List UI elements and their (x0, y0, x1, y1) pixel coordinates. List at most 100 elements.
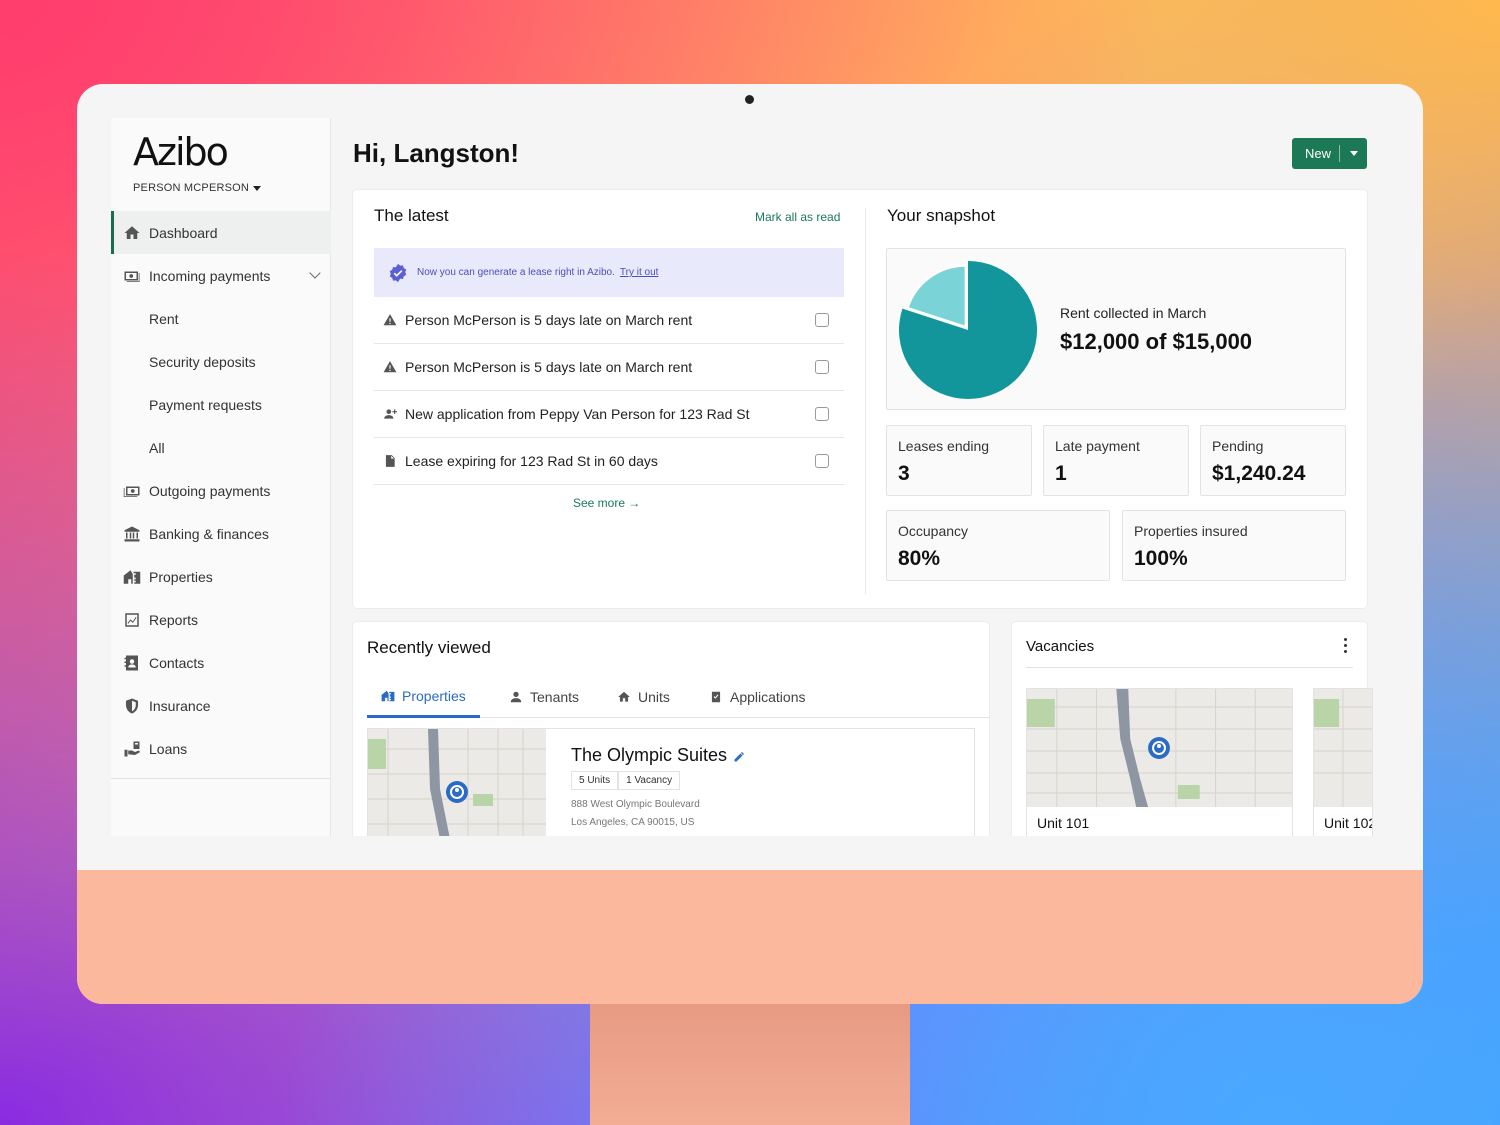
monitor-stand (590, 1000, 910, 1125)
cash-icon (121, 267, 143, 285)
mark-all-read-link[interactable]: Mark all as read (755, 210, 840, 224)
unit-map (1314, 689, 1372, 807)
vacancy-chip: 1 Vacancy (618, 771, 681, 790)
chevron-down-icon[interactable] (309, 267, 321, 279)
stat-properties-insured[interactable]: Properties insured 100% (1122, 510, 1346, 581)
property-name[interactable]: The Olympic Suites (571, 745, 727, 766)
notification-text: New application from Peppy Van Person fo… (405, 406, 750, 422)
sidebar-nav: Dashboard Incoming payments Rent Securit… (111, 211, 331, 770)
mark-read-checkbox[interactable] (815, 454, 829, 468)
sidebar-item-label: Reports (149, 611, 199, 628)
sidebar-item-label: Rent (149, 310, 179, 327)
list-item[interactable]: New application from Peppy Van Person fo… (374, 391, 844, 438)
rent-collected-card: Rent collected in March $12,000 of $15,0… (886, 248, 1346, 410)
vacancies-card: Vacancies Unit 101 Unit 102 (1012, 622, 1373, 836)
user-menu[interactable]: PERSON MCPERSON (133, 182, 262, 194)
tab-label: Applications (730, 689, 806, 705)
sidebar-item-rent[interactable]: Rent (111, 297, 331, 340)
units-chip: 5 Units (571, 771, 619, 790)
loan-icon (121, 740, 143, 758)
new-button[interactable]: New (1292, 138, 1367, 169)
list-item[interactable]: Lease expiring for 123 Rad St in 60 days (374, 438, 844, 485)
vacancy-unit-card[interactable]: Unit 102 (1313, 688, 1373, 836)
cash-out-icon (121, 482, 143, 500)
notification-list: Person McPerson is 5 days late on March … (374, 297, 844, 485)
tab-units[interactable]: Units (617, 676, 670, 718)
see-more-link[interactable]: See more → (573, 496, 640, 510)
stat-value: 100% (1134, 547, 1188, 570)
recently-viewed-card: Recently viewed Properties Tenants Units (353, 622, 989, 836)
sidebar-item-label: All (149, 439, 165, 456)
sidebar-item-outgoing-payments[interactable]: Outgoing payments (111, 469, 331, 512)
monitor: Azibo PERSON MCPERSON Dashboard Incoming… (77, 84, 1423, 1004)
sidebar-item-all[interactable]: All (111, 426, 331, 469)
tab-label: Properties (402, 687, 466, 704)
pie-slice-collected (899, 261, 1037, 399)
mark-read-checkbox[interactable] (815, 360, 829, 374)
sidebar-item-dashboard[interactable]: Dashboard (111, 211, 331, 254)
stat-leases-ending[interactable]: Leases ending 3 (886, 425, 1032, 496)
feature-banner: Now you can generate a lease right in Az… (374, 248, 844, 297)
tab-applications[interactable]: Applications (709, 676, 806, 718)
sidebar: Azibo PERSON MCPERSON Dashboard Incoming… (111, 118, 331, 836)
sidebar-item-security-deposits[interactable]: Security deposits (111, 340, 331, 383)
rent-collected-label: Rent collected in March (1060, 305, 1207, 321)
property-address-line1: 888 West Olympic Boulevard (571, 799, 700, 810)
sidebar-item-properties[interactable]: Properties (111, 555, 331, 598)
sidebar-item-label: Contacts (149, 654, 205, 671)
app-logo[interactable]: Azibo (133, 130, 229, 174)
notification-text: Person McPerson is 5 days late on March … (405, 359, 693, 375)
bank-icon (121, 525, 143, 543)
banner-text: Now you can generate a lease right in Az… (417, 267, 615, 278)
stat-label: Properties insured (1134, 523, 1248, 539)
vacancies-divider (1026, 667, 1353, 668)
home-icon (121, 224, 143, 242)
new-dropdown-toggle[interactable] (1340, 151, 1367, 156)
tab-properties[interactable]: Properties (367, 676, 480, 718)
vacancy-unit-card[interactable]: Unit 101 (1026, 688, 1293, 836)
unit-name: Unit 101 (1037, 815, 1090, 831)
sidebar-item-contacts[interactable]: Contacts (111, 641, 331, 684)
camera-dot (745, 95, 754, 104)
see-more-label: See more (573, 496, 626, 510)
try-it-out-link[interactable]: Try it out (620, 267, 659, 278)
stat-label: Pending (1212, 438, 1264, 454)
list-item[interactable]: Person McPerson is 5 days late on March … (374, 297, 844, 344)
list-item[interactable]: Person McPerson is 5 days late on March … (374, 344, 844, 391)
sidebar-item-label: Banking & finances (149, 525, 269, 542)
person-icon (510, 691, 522, 703)
stat-label: Leases ending (898, 438, 990, 454)
vertical-divider (865, 208, 866, 594)
stat-label: Occupancy (898, 523, 969, 539)
stat-value: $1,240.24 (1212, 462, 1306, 485)
stat-label: Late payment (1055, 438, 1140, 454)
app-screen: Azibo PERSON MCPERSON Dashboard Incoming… (111, 118, 1373, 836)
document-icon (382, 453, 398, 469)
sidebar-item-banking-finances[interactable]: Banking & finances (111, 512, 331, 555)
sidebar-item-loans[interactable]: Loans (111, 727, 331, 770)
stat-late-payment[interactable]: Late payment 1 (1043, 425, 1189, 496)
sidebar-item-incoming-payments[interactable]: Incoming payments (111, 254, 331, 297)
mark-read-checkbox[interactable] (815, 313, 829, 327)
sidebar-item-insurance[interactable]: Insurance (111, 684, 331, 727)
sidebar-item-label: Outgoing payments (149, 482, 271, 499)
caret-down-icon (1349, 151, 1358, 156)
stat-occupancy[interactable]: Occupancy 80% (886, 510, 1110, 581)
mark-read-checkbox[interactable] (815, 407, 829, 421)
new-button-label: New (1305, 146, 1332, 161)
rent-pie-chart (899, 261, 1037, 399)
user-add-icon (382, 406, 398, 422)
property-card[interactable]: The Olympic Suites 5 Units 1 Vacancy 888… (367, 728, 975, 836)
pencil-icon[interactable] (733, 751, 745, 763)
sidebar-item-reports[interactable]: Reports (111, 598, 331, 641)
contacts-icon (121, 654, 143, 672)
stat-pending[interactable]: Pending $1,240.24 (1200, 425, 1346, 496)
notification-text: Person McPerson is 5 days late on March … (405, 312, 693, 328)
snapshot-title: Your snapshot (887, 206, 996, 225)
chart-icon (121, 611, 143, 629)
tab-tenants[interactable]: Tenants (509, 676, 579, 718)
more-options-icon[interactable] (1342, 638, 1348, 656)
property-address-line2: Los Angeles, CA 90015, US (571, 817, 695, 828)
clipboard-check-icon (711, 691, 721, 703)
sidebar-item-payment-requests[interactable]: Payment requests (111, 383, 331, 426)
